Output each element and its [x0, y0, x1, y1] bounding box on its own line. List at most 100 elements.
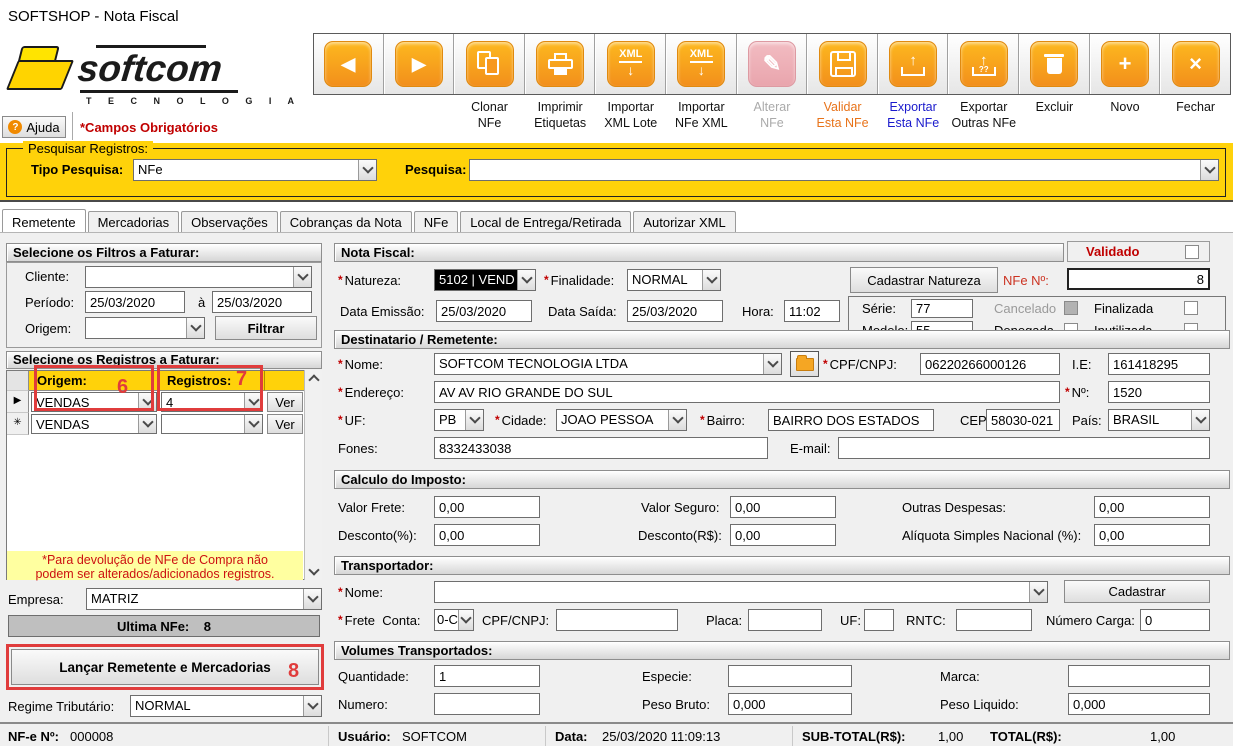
tab-observacoes[interactable]: Observações [181, 211, 278, 232]
outras-despesas-input[interactable] [1094, 496, 1210, 518]
chevron-down-icon[interactable] [763, 354, 781, 374]
tab-local-entrega-retirada[interactable]: Local de Entrega/Retirada [460, 211, 631, 232]
search-query-input[interactable] [469, 159, 1219, 181]
chevron-down-icon[interactable] [465, 410, 483, 430]
filtrar-button[interactable]: Filtrar [215, 316, 317, 340]
marca-input[interactable] [1068, 665, 1210, 687]
desconto-pct-input[interactable] [434, 524, 540, 546]
registros-scrollbar[interactable] [304, 370, 322, 580]
dest-bairro-input[interactable] [768, 409, 934, 431]
toolbar-button-imprimir-etiquetas[interactable] [525, 34, 596, 94]
grid-row2-origem-select[interactable]: VENDAS [31, 414, 157, 434]
toolbar-button-back[interactable]: ◀ [314, 34, 384, 94]
scroll-down-button[interactable] [305, 562, 322, 579]
dest-numero-input[interactable] [1108, 381, 1210, 403]
chevron-down-icon[interactable] [303, 589, 321, 609]
search-type-select[interactable]: NFe [133, 159, 377, 181]
transp-nome-select[interactable] [434, 581, 1048, 603]
toolbar-button-validar-esta-nfe[interactable] [807, 34, 878, 94]
origem-filter-select[interactable] [85, 317, 205, 339]
peso-bruto-input[interactable] [728, 693, 852, 715]
dest-uf-label: *UF: [338, 413, 366, 428]
export-icon: ↑ [901, 53, 925, 76]
chevron-down-icon[interactable] [458, 610, 473, 630]
nfe-numero-input[interactable] [1067, 268, 1210, 290]
toolbar-button-excluir[interactable] [1019, 34, 1090, 94]
chevron-down-icon[interactable] [1200, 160, 1218, 180]
annotation-box-8 [6, 644, 324, 690]
transp-uf-input[interactable] [864, 609, 894, 631]
chevron-down-icon[interactable] [244, 415, 262, 433]
toolbar-button-exportar-esta-nfe[interactable]: ↑ [878, 34, 949, 94]
tab-remetente[interactable]: Remetente [2, 209, 86, 232]
data-saida-input[interactable] [627, 300, 723, 322]
valor-frete-input[interactable] [434, 496, 540, 518]
serie-input[interactable] [911, 299, 973, 318]
tab-mercadorias[interactable]: Mercadorias [88, 211, 180, 232]
chevron-down-icon[interactable] [293, 267, 311, 287]
aliquota-input[interactable] [1094, 524, 1210, 546]
chevron-down-icon[interactable] [517, 270, 535, 290]
numero-vol-input[interactable] [434, 693, 540, 715]
periodo-to-input[interactable] [212, 291, 312, 313]
validado-checkbox[interactable] [1185, 245, 1199, 259]
regime-tributario-select[interactable]: NORMAL [130, 695, 322, 717]
dest-endereco-input[interactable] [434, 381, 1060, 403]
dest-pais-select[interactable]: BRASIL [1108, 409, 1210, 431]
toolbar-button-importar-nfe-xml[interactable]: XML↓ [666, 34, 737, 94]
frete-conta-select[interactable]: 0-C [434, 609, 474, 631]
chevron-down-icon[interactable] [186, 318, 204, 338]
especie-input[interactable] [728, 665, 852, 687]
tab-cobrancas-da-nota[interactable]: Cobranças da Nota [280, 211, 412, 232]
dest-cep-input[interactable] [986, 409, 1060, 431]
valor-seguro-input[interactable] [730, 496, 836, 518]
dest-email-input[interactable] [838, 437, 1210, 459]
open-folder-button[interactable] [790, 351, 819, 377]
toolbar-button-forward[interactable]: ▶ [384, 34, 455, 94]
finalizada-checkbox[interactable] [1184, 301, 1198, 315]
chevron-down-icon[interactable] [1191, 410, 1209, 430]
dest-nome-select[interactable]: SOFTCOM TECNOLOGIA LTDA [434, 353, 782, 375]
chevron-down-icon[interactable] [1029, 582, 1047, 602]
grid-row2-registros-select[interactable] [161, 414, 263, 434]
numero-carga-input[interactable] [1140, 609, 1210, 631]
grid-row1-ver-button[interactable]: Ver [267, 392, 303, 412]
cancelado-checkbox[interactable] [1064, 301, 1078, 315]
tab-autorizar-xml[interactable]: Autorizar XML [633, 211, 735, 232]
quantidade-input[interactable] [434, 665, 540, 687]
dest-cidade-select[interactable]: JOAO PESSOA [556, 409, 687, 431]
tab-nfe[interactable]: NFe [414, 211, 459, 232]
cadastrar-natureza-button[interactable]: Cadastrar Natureza [850, 267, 998, 293]
toolbar-button-clonar-nfe[interactable] [454, 34, 525, 94]
cadastrar-transportador-button[interactable]: Cadastrar [1064, 580, 1210, 603]
dest-fones-input[interactable] [434, 437, 768, 459]
dest-cpf-input[interactable] [920, 353, 1060, 375]
natureza-select[interactable]: 5102 | VEND [434, 269, 536, 291]
desconto-rs-input[interactable] [730, 524, 836, 546]
peso-liquido-input[interactable] [1068, 693, 1210, 715]
transp-cpf-input[interactable] [556, 609, 678, 631]
hora-input[interactable] [784, 300, 840, 322]
toolbar-button-exportar-outras-nfe[interactable]: ↑?? [948, 34, 1019, 94]
help-button[interactable]: ? Ajuda [2, 116, 66, 138]
toolbar-button-fechar[interactable]: × [1160, 34, 1230, 94]
dest-ie-input[interactable] [1108, 353, 1210, 375]
grid-row2-ver-button[interactable]: Ver [267, 414, 303, 434]
dest-uf-select[interactable]: PB [434, 409, 484, 431]
finalizada-label: Finalizada [1094, 301, 1153, 316]
cliente-select[interactable] [85, 266, 312, 288]
rntc-input[interactable] [956, 609, 1032, 631]
toolbar-button-novo[interactable]: + [1090, 34, 1161, 94]
placa-input[interactable] [748, 609, 822, 631]
finalidade-select[interactable]: NORMAL [627, 269, 721, 291]
chevron-down-icon[interactable] [668, 410, 686, 430]
toolbar-button-importar-xml-lote[interactable]: XML↓ [595, 34, 666, 94]
chevron-down-icon[interactable] [303, 696, 321, 716]
scroll-up-button[interactable] [305, 370, 322, 387]
periodo-from-input[interactable] [85, 291, 185, 313]
chevron-down-icon[interactable] [702, 270, 720, 290]
empresa-select[interactable]: MATRIZ [86, 588, 322, 610]
chevron-down-icon[interactable] [138, 415, 156, 433]
chevron-down-icon[interactable] [358, 160, 376, 180]
data-emissao-input[interactable] [436, 300, 532, 322]
